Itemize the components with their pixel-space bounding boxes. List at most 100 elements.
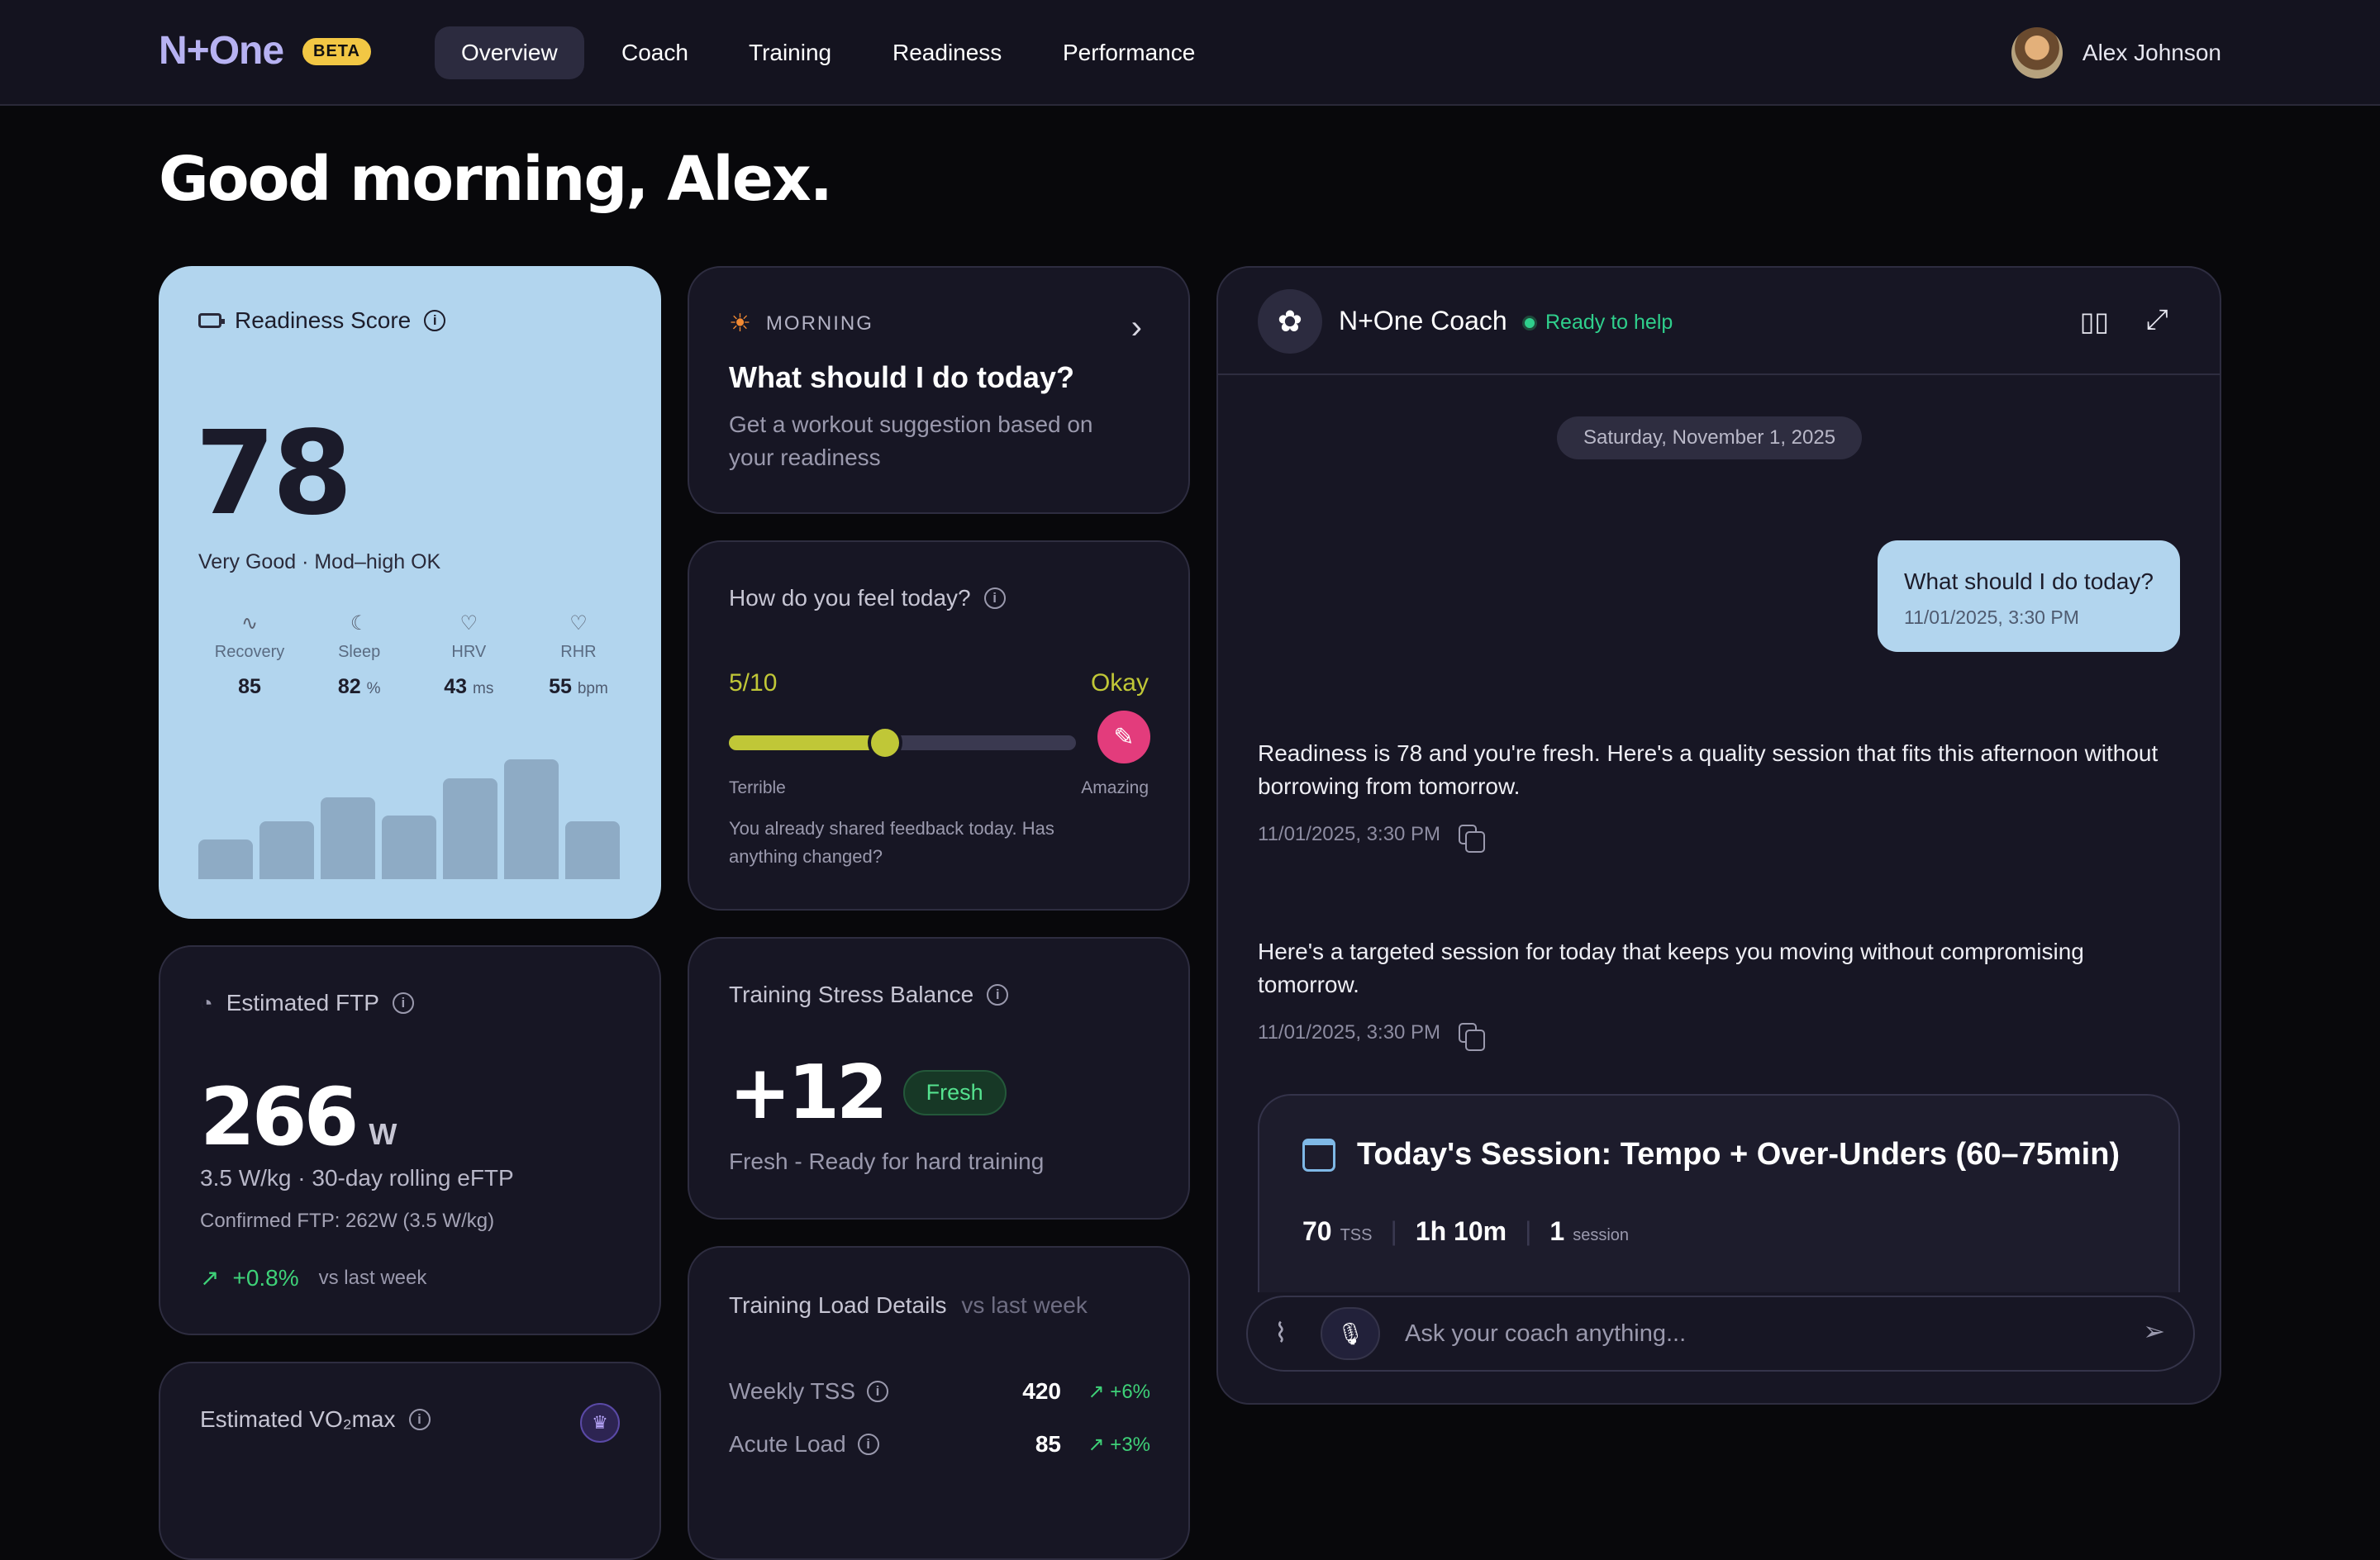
calendar-icon [1302,1138,1335,1172]
coach-status: Ready to help [1545,311,1673,334]
ftp-unit: W [369,1117,397,1151]
trend-bar [198,839,253,879]
status-dot [1522,315,1537,331]
sunrise-icon: ☀ [729,310,751,337]
tsb-status-badge: Fresh [902,1070,1007,1115]
avatar[interactable] [2011,27,2063,78]
nav-tab-readiness[interactable]: Readiness [866,26,1028,79]
brain-icon: ✿ [1258,289,1322,354]
coach-message: Readiness is 78 and you're fresh. Here's… [1258,740,2159,853]
feel-mood: Okay [1090,669,1149,697]
tsb-card[interactable]: Training Stress Balance i +12 Fresh Fres… [688,937,1190,1220]
heart-pulse-icon: ♡ [459,612,478,635]
metric-rhr: ♡ RHR 55 bpm [524,611,633,699]
nav-tab-coach[interactable]: Coach [595,26,715,79]
load-row-acute-load: Acute Load i 85 ↗ +3% [729,1431,1150,1457]
nav-tab-performance[interactable]: Performance [1036,26,1221,79]
nav-tab-overview[interactable]: Overview [435,26,584,79]
top-nav: N+One BETA Overview Coach Training Readi… [0,0,2380,106]
trend-bar [259,821,314,879]
crown-icon[interactable]: ♛ [580,1403,620,1443]
readiness-title: Readiness Score [235,307,412,333]
ftp-value: 266 [200,1071,359,1163]
info-icon[interactable]: i [987,984,1009,1006]
ftp-title: Estimated FTP [226,990,379,1015]
expand-icon[interactable]: ⤢ [2146,304,2168,336]
readiness-card[interactable]: Readiness Score i 78 Very Good · Mod–hig… [159,266,661,919]
send-icon[interactable]: ➢ [2143,1315,2165,1347]
info-icon[interactable]: i [392,992,414,1014]
feel-today-card[interactable]: How do you feel today? i 5/10 Okay ✎ Ter… [688,540,1190,911]
nav-tab-training[interactable]: Training [722,26,858,79]
info-icon[interactable]: i [424,310,446,331]
feel-min-label: Terrible [729,778,786,797]
battery-icon [198,313,225,328]
info-icon[interactable]: i [408,1409,431,1430]
readiness-trend-chart [198,759,620,879]
vo2max-title: Estimated VO₂max [200,1406,396,1432]
readiness-score: 78 [195,407,353,541]
coach-name: N+One Coach [1339,306,1507,335]
session-title: Today's Session: Tempo + Over-Unders (60… [1357,1137,2121,1172]
trend-up-icon: ↗ [200,1265,220,1291]
info-icon[interactable]: i [983,587,1006,609]
gauge-icon: ◔ [200,990,213,1015]
info-icon[interactable]: i [867,1381,889,1402]
book-icon[interactable]: ▯▯ [2080,306,2109,337]
feel-note: You already shared feedback today. Has a… [729,818,1054,867]
trend-bar [382,816,436,879]
beta-badge: BETA [302,38,371,65]
training-load-card[interactable]: Training Load Details vs last week Weekl… [688,1246,1190,1560]
info-icon[interactable]: i [857,1434,879,1455]
user-name: Alex Johnson [2082,40,2221,65]
chat-input-bar: ⌇ 🎙 ➢ [1246,1296,2195,1372]
user-message-text: What should I do today? [1904,568,2154,594]
copy-icon[interactable] [1459,1023,1486,1051]
chat-header: ✿ N+One Coach Ready to help ▯▯ ⤢ [1218,268,2220,375]
user-message-time: 11/01/2025, 3:30 PM [1904,606,2079,628]
session-card[interactable]: Today's Session: Tempo + Over-Unders (60… [1258,1094,2180,1292]
readiness-metrics: ∿ Recovery 85 ☾ Sleep 82 % ♡ HRV 43 ms ♡… [195,611,633,699]
ftp-card[interactable]: ◔ Estimated FTP i 266 W 3.5 W/kg · 30-da… [159,945,661,1335]
morning-title: What should I do today? [729,360,1074,394]
heart-icon: ♡ [569,612,588,635]
feel-title: How do you feel today? [729,585,971,611]
coach-chat-panel: ✿ N+One Coach Ready to help ▯▯ ⤢ Saturda… [1216,266,2221,1405]
readiness-subtitle: Very Good · Mod–high OK [198,550,441,573]
session-stats: 70 TSS | 1h 10m | 1 session [1302,1216,1630,1246]
user-message[interactable]: What should I do today? 11/01/2025, 3:30… [1878,540,2180,652]
feel-max-label: Amazing [1081,778,1149,797]
morning-tag: MORNING [765,312,873,335]
pencil-icon: ✎ [1113,723,1135,751]
trend-bar [565,821,620,879]
feel-value: 5/10 [729,669,778,697]
chevron-right-icon[interactable]: › [1131,309,1142,346]
activity-icon: ∿ [240,612,259,635]
metric-recovery: ∿ Recovery 85 [195,611,304,699]
feel-slider[interactable] [729,725,1076,760]
metric-hrv: ♡ HRV 43 ms [414,611,523,699]
ftp-confirmed: Confirmed FTP: 262W (3.5 W/kg) [200,1210,495,1232]
edit-feedback-button[interactable]: ✎ [1097,711,1150,763]
copy-icon[interactable] [1459,825,1486,853]
app-logo[interactable]: N+One [159,28,284,74]
chat-date-divider: Saturday, November 1, 2025 [1557,416,1863,459]
vo2max-card[interactable]: Estimated VO₂max i ♛ [159,1362,661,1560]
trend-up-icon: ↗ [1088,1433,1105,1456]
moon-icon: ☾ [350,612,369,635]
morning-desc: Get a workout suggestion based on your r… [729,411,1093,470]
microphone-button[interactable]: 🎙 [1321,1307,1380,1360]
feel-slider-fill [729,735,885,750]
user-menu[interactable]: Alex Johnson [2011,27,2221,78]
paperclip-icon[interactable]: ⌇ [1274,1317,1288,1348]
load-row-weekly-tss: Weekly TSS i 420 ↗ +6% [729,1378,1150,1404]
morning-suggestion-card[interactable]: ☀ MORNING › What should I do today? Get … [688,266,1190,514]
tsb-title: Training Stress Balance [729,982,974,1007]
feel-slider-handle[interactable] [868,725,902,760]
chat-input[interactable] [1405,1310,2099,1357]
metric-sleep: ☾ Sleep 82 % [305,611,414,699]
trend-bar [443,778,497,879]
tsb-desc: Fresh - Ready for hard training [729,1149,1045,1174]
load-compare: vs last week [961,1292,1088,1318]
microphone-icon: 🎙 [1336,1321,1364,1346]
